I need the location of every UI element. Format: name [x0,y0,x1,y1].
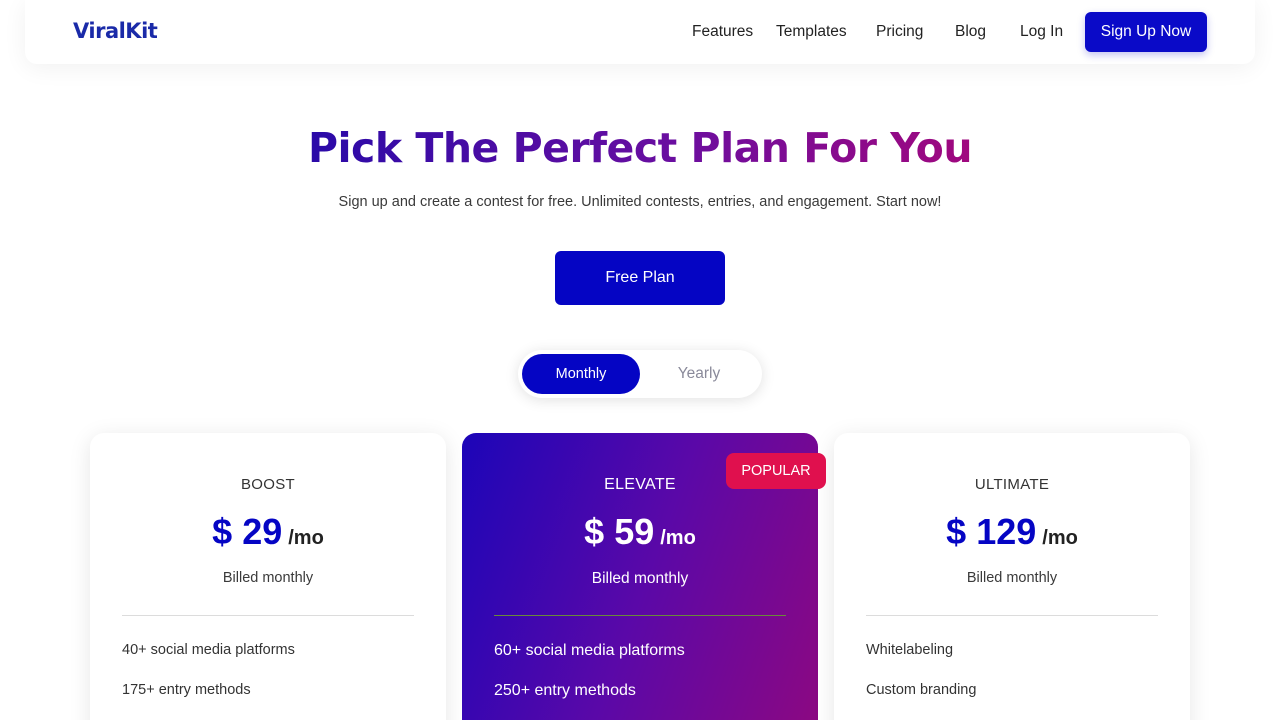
toggle-monthly[interactable]: Monthly [522,354,640,394]
plan-name: BOOST [240,476,295,493]
feature-item: 175+ entry methods [122,682,251,698]
plan-card-ultimate: ULTIMATE $ 129/mo Billed monthly Whitela… [834,433,1190,720]
billing-note: Billed monthly [222,570,314,586]
toggle-yearly[interactable]: Yearly [640,354,758,394]
feature-item: Custom branding [866,682,977,698]
plan-period: /mo [288,527,324,549]
page-title: Pick The Perfect Plan For You [307,124,973,172]
plan-period: /mo [1042,527,1078,549]
price-row: $ 59/mo [462,511,818,553]
popular-badge: POPULAR [726,453,826,489]
nav-link-templates[interactable]: Templates [776,23,847,41]
plan-period: /mo [660,527,696,549]
login-link[interactable]: Log In [1020,23,1063,41]
nav-link-features[interactable]: Features [692,23,753,41]
signup-button[interactable]: Sign Up Now [1085,12,1207,52]
plan-price: $ 59 [584,511,655,552]
price-row: $ 29/mo [90,511,446,553]
feature-item: 250+ entry methods [494,682,636,699]
nav-link-pricing[interactable]: Pricing [876,23,923,41]
divider [494,615,786,616]
divider [122,615,414,616]
page-subtitle: Sign up and create a contest for free. U… [338,194,942,210]
divider [866,615,1158,616]
navbar: ViralKit Features Templates Pricing Blog… [25,0,1255,64]
plan-card-boost: BOOST $ 29/mo Billed monthly 40+ social … [90,433,446,720]
logo[interactable]: ViralKit [73,19,158,43]
feature-item: 60+ social media platforms [494,642,685,659]
nav-link-blog[interactable]: Blog [955,23,986,41]
plan-name: ULTIMATE [974,476,1050,493]
billing-note: Billed monthly [966,570,1058,586]
plan-price: $ 129 [946,511,1037,552]
free-plan-button[interactable]: Free Plan [555,251,725,305]
feature-item: 40+ social media platforms [122,642,295,658]
billing-note: Billed monthly [591,570,689,587]
billing-toggle: Monthly Yearly [518,350,762,398]
plan-price: $ 29 [212,511,283,552]
feature-item: Whitelabeling [866,642,954,658]
price-row: $ 129/mo [834,511,1190,553]
